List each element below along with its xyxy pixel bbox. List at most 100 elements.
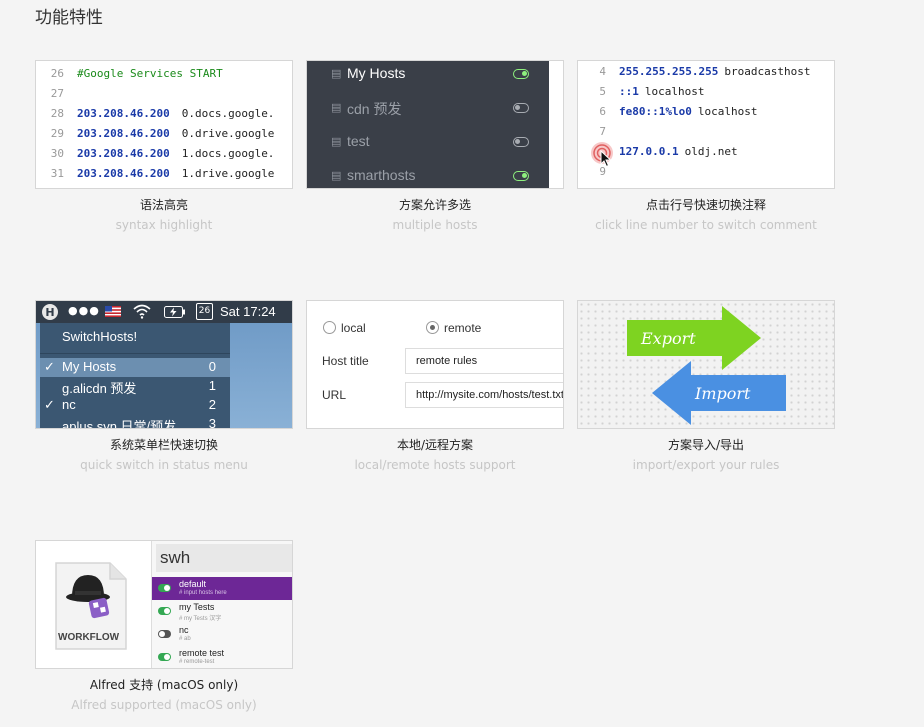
code-line: 31 203.208.46.200 1.drive.google xyxy=(36,164,275,184)
checkmark-icon: ✓ xyxy=(44,359,55,374)
host-item: ▤ My Hosts xyxy=(307,61,549,91)
feature-alfred: WORKFLOW swh default # input hosts here … xyxy=(35,540,293,712)
toggle-on-icon xyxy=(158,584,171,592)
feature-local-remote: local remote Host title remote rules URL… xyxy=(306,300,564,472)
menu-item[interactable]: ✓ My Hosts 0 xyxy=(40,358,230,377)
battery-charging-icon xyxy=(164,306,185,318)
line-number: 31 xyxy=(50,167,64,180)
toggle-off-icon xyxy=(513,137,529,147)
ip-text: 203.208.46.200 xyxy=(77,107,170,120)
comment-text: #Google Services START xyxy=(77,67,223,80)
menu-item[interactable]: aplus svn 日常/预发 3 xyxy=(40,415,230,428)
hosts-list-panel: ▤ My Hosts ▤ cdn 预发 ▤ test ▤ smarthosts xyxy=(307,61,549,188)
document-icon: ▤ xyxy=(331,169,342,182)
host-text: 1.docs.google. xyxy=(181,147,275,160)
switchhosts-app-icon: H xyxy=(42,304,58,320)
line-number: 29 xyxy=(50,127,64,140)
host-text: broadcasthost xyxy=(724,65,811,78)
host-title-label: Host title xyxy=(322,354,369,368)
code-line: 4 255.255.255.255 broadcasthost xyxy=(578,62,810,82)
feature-subtitle: quick switch in status menu xyxy=(80,458,248,472)
workflow-label: WORKFLOW xyxy=(58,632,120,643)
export-label: Export xyxy=(640,329,696,348)
page-title: 功能特性 xyxy=(35,8,103,28)
menu-divider xyxy=(40,353,230,354)
feature-subtitle: import/export your rules xyxy=(632,458,780,472)
host-text: localhost xyxy=(697,105,758,118)
multiple-hosts-thumbnail: ▤ My Hosts ▤ cdn 预发 ▤ test ▤ smarthosts xyxy=(306,60,564,189)
status-dropdown-menu: SwitchHosts! ✓ My Hosts 0 g.alicdn 预发 1 … xyxy=(40,323,230,428)
more-dots-icon: ●●● xyxy=(68,304,100,317)
ip-text: 203.208.46.200 xyxy=(77,147,170,160)
syntax-highlight-thumbnail: 26 #Google Services START 27 28 203.208.46… xyxy=(35,60,293,189)
code-line: 5::1 localhost xyxy=(578,82,704,102)
remote-radio-label: remote xyxy=(444,321,482,335)
alfred-results-panel: swh default # input hosts here my Tests … xyxy=(151,541,292,668)
feature-title: 本地/远程方案 xyxy=(396,438,474,452)
mouse-cursor-icon xyxy=(600,150,612,168)
document-icon: ▤ xyxy=(331,67,342,80)
url-input[interactable]: http://mysite.com/hosts/test.txt xyxy=(405,382,563,408)
feature-syntax-highlight: 26 #Google Services START 27 28 203.208.46… xyxy=(35,60,293,232)
click-line-number-thumbnail: 4 255.255.255.255 broadcasthost 5::1 localh… xyxy=(577,60,835,189)
local-remote-thumbnail: local remote Host title remote rules URL… xyxy=(306,300,564,429)
local-radio-label: local xyxy=(341,321,366,335)
line-number: 5 xyxy=(599,85,606,98)
feature-subtitle: syntax highlight xyxy=(115,218,213,232)
status-menu-thumbnail: H ●●● 26 Sat 17:24 SwitchHosts! ✓ My Hos… xyxy=(35,300,293,429)
import-export-thumbnail: Export Import xyxy=(577,300,835,429)
host-text: localhost xyxy=(644,85,705,98)
code-line: 6 fe80::1%lo0 localhost xyxy=(578,102,757,122)
feature-title: 系统菜单栏快速切换 xyxy=(109,438,218,452)
toggle-on-icon xyxy=(513,171,529,181)
toggle-off-icon xyxy=(158,630,171,638)
import-arrow-icon: Import xyxy=(652,361,786,425)
menu-item[interactable]: ✓ nc 2 xyxy=(40,396,230,415)
feature-title: Alfred 支持 (macOS only) xyxy=(89,678,239,692)
alfred-query-input[interactable]: swh xyxy=(156,544,292,572)
menubar-clock: Sat 17:24 xyxy=(220,304,276,319)
host-item: ▤ cdn 预发 xyxy=(307,91,549,125)
alfred-workflow-panel: WORKFLOW xyxy=(36,541,151,668)
feature-click-line-number: 4 255.255.255.255 broadcasthost 5::1 localh… xyxy=(577,60,835,232)
host-item: ▤ test xyxy=(307,125,549,159)
feature-subtitle: multiple hosts xyxy=(392,218,478,232)
line-number: 6 xyxy=(599,105,606,118)
remote-radio[interactable] xyxy=(426,321,439,334)
line-number: 26 xyxy=(50,67,64,80)
alfred-result-item[interactable]: default # input hosts here xyxy=(152,577,292,600)
host-item: ▤ smarthosts xyxy=(307,159,549,188)
local-radio[interactable] xyxy=(323,321,336,334)
line-number: 4 xyxy=(599,65,606,78)
alfred-result-item[interactable]: remote test # remote-test xyxy=(152,646,292,668)
host-text: 1.drive.google xyxy=(181,167,275,180)
feature-multiple-hosts: ▤ My Hosts ▤ cdn 预发 ▤ test ▤ smarthosts … xyxy=(306,60,564,232)
host-name: My Hosts xyxy=(347,65,406,81)
dropdown-title: SwitchHosts! xyxy=(62,329,138,344)
ip-text: fe80::1%lo0 xyxy=(619,105,692,118)
alfred-thumbnail: WORKFLOW swh default # input hosts here … xyxy=(35,540,293,669)
feature-title: 语法高亮 xyxy=(139,198,188,212)
wifi-icon xyxy=(133,304,151,319)
ip-text: 203.208.46.200 xyxy=(77,127,170,140)
host-title-input[interactable]: remote rules xyxy=(405,348,563,374)
host-text: oldj.net xyxy=(684,145,738,158)
feature-title: 方案导入/导出 xyxy=(667,438,745,452)
host-text: 0.docs.google. xyxy=(181,107,275,120)
toggle-on-icon xyxy=(158,607,171,615)
line-number: 7 xyxy=(599,125,606,138)
feature-subtitle: Alfred supported (macOS only) xyxy=(71,698,257,712)
svg-text:H: H xyxy=(45,306,54,319)
ip-text: 255.255.255.255 xyxy=(619,65,719,78)
alfred-result-item[interactable]: my Tests # my Tests 汉字 xyxy=(152,600,292,623)
alfred-result-item[interactable]: nc # ab xyxy=(152,623,292,646)
ip-text: 203.208.46.200 xyxy=(77,167,170,180)
code-line: 7 xyxy=(578,122,606,142)
feature-import-export: Export Import 方案导入/导出 import/export your… xyxy=(577,300,835,472)
host-name: smarthosts xyxy=(347,167,416,183)
ip-text: ::1 xyxy=(619,85,639,98)
menu-item[interactable]: g.alicdn 预发 1 xyxy=(40,377,230,396)
feature-title: 方案允许多选 xyxy=(398,198,471,212)
us-flag-icon xyxy=(105,306,121,317)
document-icon: ▤ xyxy=(331,101,342,114)
